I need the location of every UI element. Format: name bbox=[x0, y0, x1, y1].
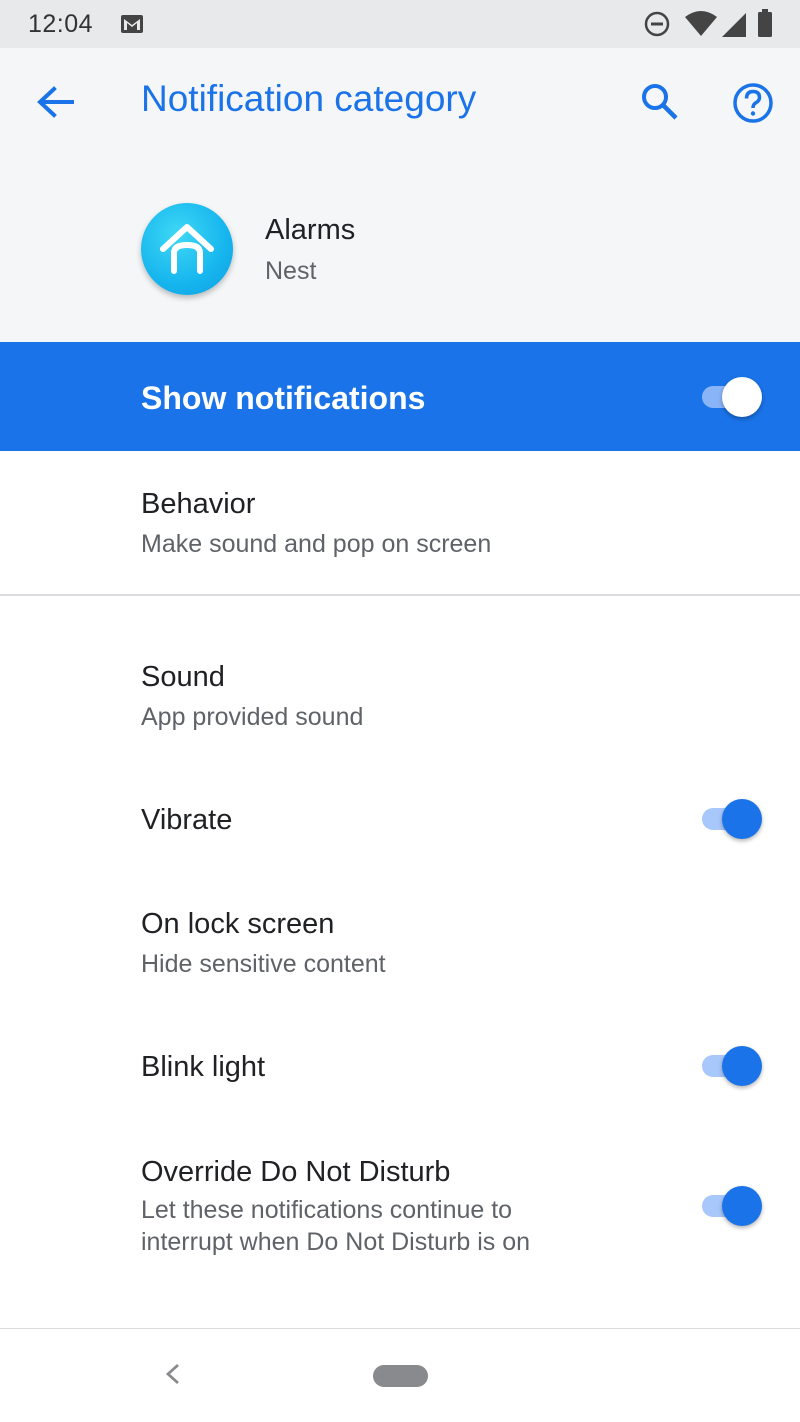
vibrate-title: Vibrate bbox=[141, 804, 233, 836]
switch-thumb bbox=[722, 377, 762, 417]
wifi-icon bbox=[684, 10, 718, 41]
app-bar: Notification category Alarms Nest bbox=[0, 48, 800, 342]
dnd-icon bbox=[644, 11, 670, 42]
search-icon bbox=[642, 84, 678, 120]
behavior-subtitle: Make sound and pop on screen bbox=[141, 530, 492, 558]
lock-screen-title: On lock screen bbox=[141, 908, 335, 940]
nav-back-button[interactable] bbox=[160, 1361, 186, 1392]
nest-home-icon bbox=[160, 224, 214, 274]
back-button[interactable] bbox=[34, 82, 78, 122]
vibrate-switch[interactable] bbox=[700, 798, 764, 839]
search-button[interactable] bbox=[638, 80, 682, 124]
behavior-title: Behavior bbox=[141, 488, 256, 520]
nav-home-pill-icon[interactable] bbox=[373, 1365, 428, 1387]
nest-app-icon bbox=[141, 203, 233, 295]
page-title: Notification category bbox=[141, 78, 477, 119]
override-dnd-subtitle-line2: interrupt when Do Not Disturb is on bbox=[141, 1228, 531, 1256]
sound-row[interactable]: Sound App provided sound bbox=[0, 630, 800, 760]
blink-light-title: Blink light bbox=[141, 1051, 266, 1083]
system-nav-bar bbox=[0, 1329, 800, 1422]
override-dnd-subtitle-line1: Let these notifications continue to bbox=[141, 1196, 513, 1224]
behavior-row[interactable]: Behavior Make sound and pop on screen bbox=[0, 451, 800, 594]
sound-subtitle: App provided sound bbox=[141, 703, 364, 731]
status-bar: 12:04 bbox=[0, 0, 800, 48]
divider bbox=[0, 594, 800, 596]
switch-thumb bbox=[722, 1046, 762, 1086]
nav-back-icon bbox=[165, 1363, 179, 1385]
switch-thumb bbox=[722, 1186, 762, 1226]
help-icon bbox=[733, 83, 773, 123]
help-button[interactable] bbox=[730, 80, 776, 126]
arrow-back-icon bbox=[37, 86, 74, 118]
show-notifications-label: Show notifications bbox=[141, 380, 426, 416]
show-notifications-switch[interactable] bbox=[700, 376, 764, 417]
lock-screen-row[interactable]: On lock screen Hide sensitive content bbox=[0, 878, 800, 1008]
app-name: Nest bbox=[265, 257, 317, 285]
app-category-name: Alarms bbox=[265, 214, 356, 246]
signal-icon bbox=[720, 11, 746, 42]
battery-icon bbox=[757, 9, 773, 42]
override-dnd-title: Override Do Not Disturb bbox=[141, 1156, 451, 1188]
gmail-icon bbox=[120, 14, 144, 39]
lock-screen-subtitle: Hide sensitive content bbox=[141, 950, 386, 978]
blink-light-switch[interactable] bbox=[700, 1045, 764, 1086]
status-time: 12:04 bbox=[28, 10, 94, 38]
blink-light-row[interactable]: Blink light bbox=[0, 1008, 800, 1126]
show-notifications-row[interactable]: Show notifications bbox=[0, 342, 800, 451]
sound-title: Sound bbox=[141, 661, 225, 693]
override-dnd-row[interactable]: Override Do Not Disturb Let these notifi… bbox=[0, 1126, 800, 1286]
switch-thumb bbox=[722, 799, 762, 839]
vibrate-row[interactable]: Vibrate bbox=[0, 760, 800, 878]
override-dnd-switch[interactable] bbox=[700, 1185, 764, 1226]
